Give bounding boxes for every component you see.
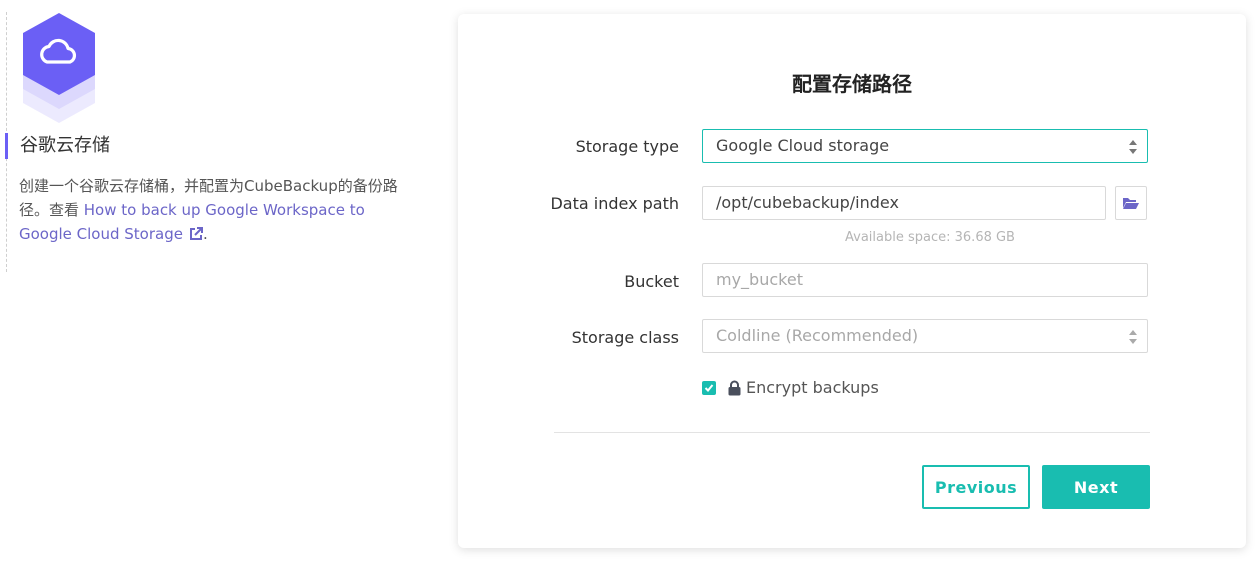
divider: [554, 432, 1150, 433]
step-badge: [22, 13, 96, 125]
storage-class-label: Storage class: [571, 328, 679, 347]
step-title: 谷歌云存储: [20, 135, 110, 156]
browse-folder-button[interactable]: [1115, 186, 1147, 220]
select-arrows-icon: [1129, 330, 1137, 344]
storage-config-card: 配置存储路径 Storage type Google Cloud storage…: [458, 14, 1246, 548]
description-end: .: [202, 225, 208, 243]
available-space-hint: Available space: 36.68 GB: [845, 230, 1015, 245]
storage-type-select[interactable]: Google Cloud storage: [702, 129, 1148, 163]
active-step-marker: [5, 133, 8, 159]
previous-button[interactable]: Previous: [922, 465, 1030, 509]
encrypt-label: Encrypt backups: [746, 378, 879, 397]
next-button[interactable]: Next: [1042, 465, 1150, 509]
storage-type-label: Storage type: [575, 137, 679, 156]
bucket-label: Bucket: [624, 272, 679, 291]
storage-class-value: Coldline (Recommended): [716, 326, 919, 345]
folder-open-icon: [1123, 198, 1139, 209]
lock-icon: [728, 380, 741, 396]
external-link-icon: [189, 224, 203, 248]
data-index-path-label: Data index path: [550, 194, 679, 213]
storage-type-value: Google Cloud storage: [716, 136, 890, 155]
bucket-input[interactable]: my_bucket: [702, 263, 1148, 297]
step-description: 创建一个谷歌云存储桶，并配置为CubeBackup的备份路径。查看 How to…: [19, 174, 419, 248]
bucket-placeholder: my_bucket: [716, 270, 803, 289]
checkmark-icon: [704, 384, 714, 392]
storage-class-select[interactable]: Coldline (Recommended): [702, 319, 1148, 353]
data-index-path-value: /opt/cubebackup/index: [716, 193, 899, 212]
data-index-path-input[interactable]: /opt/cubebackup/index: [702, 186, 1106, 220]
encrypt-checkbox[interactable]: [702, 381, 716, 395]
select-arrows-icon: [1129, 140, 1137, 154]
card-title: 配置存储路径: [792, 72, 912, 96]
